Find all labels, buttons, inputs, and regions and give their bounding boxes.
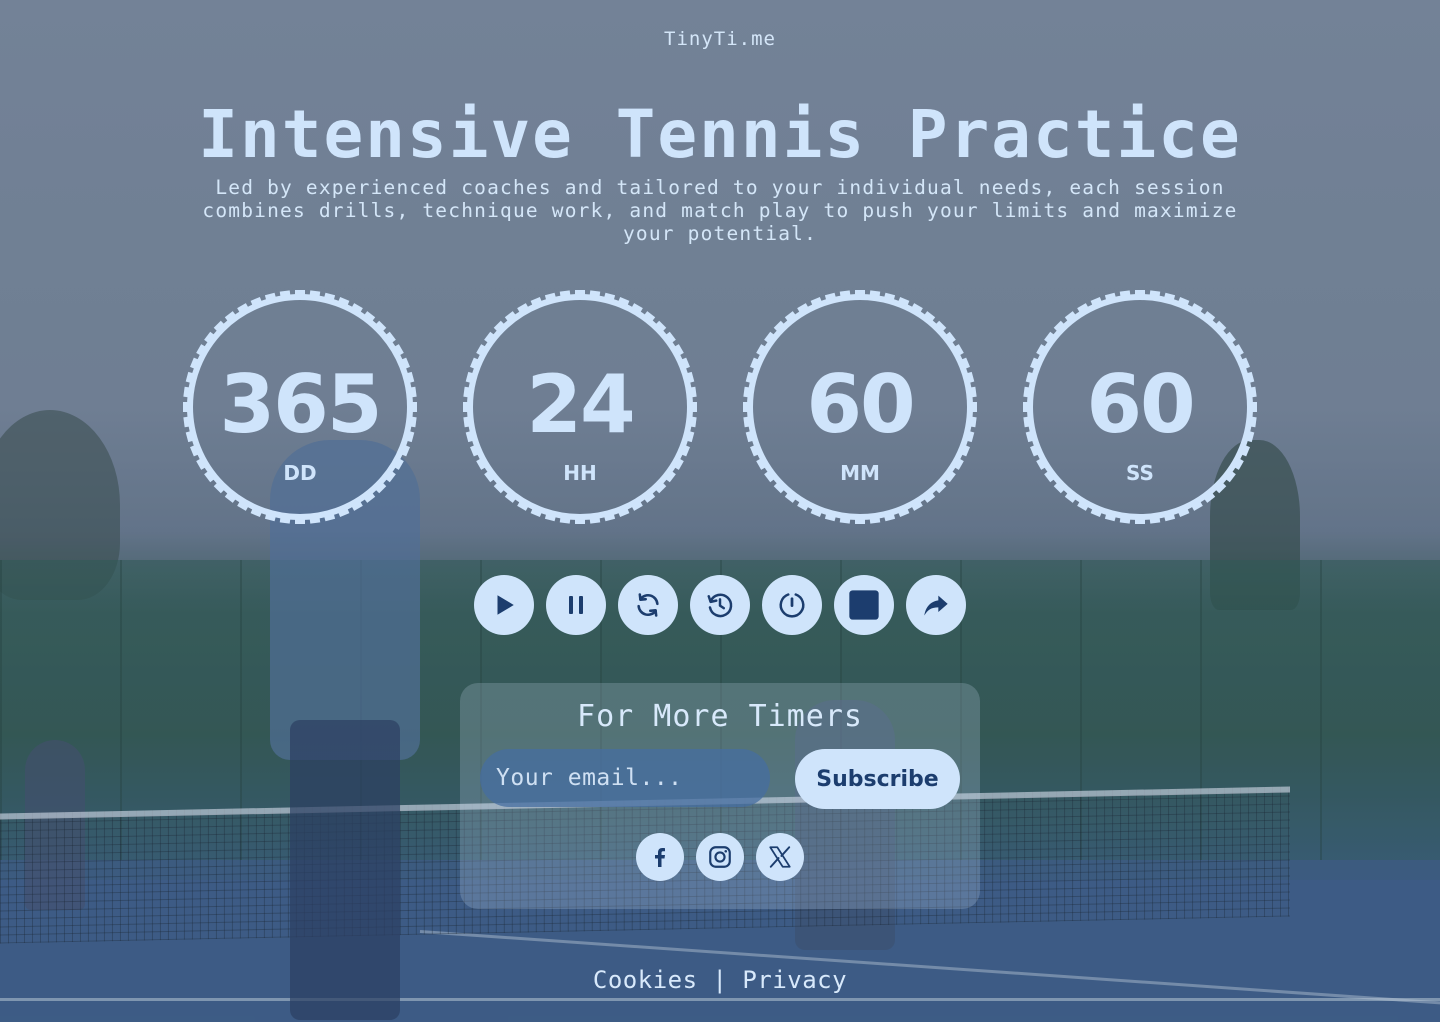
facebook-button[interactable]: [636, 833, 684, 881]
gear-tooth: [839, 514, 851, 524]
subscribe-button[interactable]: Subscribe: [795, 749, 960, 809]
gear-tooth: [279, 290, 291, 300]
gear-tooth: [1119, 290, 1131, 300]
share-button[interactable]: [906, 575, 966, 635]
timer-controls: [474, 575, 969, 635]
facebook-icon: [655, 848, 665, 867]
gear-tooth: [1149, 290, 1161, 300]
gear-tooth: [855, 516, 865, 524]
gear-tooth: [869, 514, 881, 524]
timer-minutes: 60 MM: [740, 287, 980, 527]
gear-tooth: [589, 290, 601, 300]
timer-unit-label: SS: [1126, 461, 1154, 485]
gear-tooth: [373, 320, 387, 334]
gear-tooth: [1135, 290, 1145, 298]
gear-tooth: [1053, 320, 1067, 334]
privacy-link[interactable]: Privacy: [742, 966, 847, 994]
timer-seconds: 60 SS: [1020, 287, 1260, 527]
subscribe-title: For More Timers: [577, 699, 863, 734]
gear-tooth: [559, 514, 571, 524]
gear-tooth: [653, 320, 667, 334]
timer-unit-label: DD: [283, 461, 317, 485]
gear-tooth: [575, 516, 585, 524]
gear-tooth: [589, 514, 601, 524]
timer-value: 60: [806, 358, 915, 451]
timer-reset-icon: [779, 593, 805, 618]
stop-button[interactable]: [834, 575, 894, 635]
footer-separator: |: [712, 966, 728, 994]
refresh-button[interactable]: [618, 575, 678, 635]
gear-tooth: [839, 290, 851, 300]
pause-icon: [569, 596, 583, 614]
gear-tooth: [1135, 516, 1145, 524]
timer-value: 24: [526, 358, 635, 451]
share-icon: [924, 595, 948, 616]
x-icon: [769, 846, 791, 868]
pause-button[interactable]: [546, 575, 606, 635]
gear-tooth: [559, 290, 571, 300]
timer-reset-button[interactable]: [762, 575, 822, 635]
x-button[interactable]: [756, 833, 804, 881]
gear-tooth: [295, 290, 305, 298]
history-button[interactable]: [690, 575, 750, 635]
gear-tooth: [493, 320, 507, 334]
play-button[interactable]: [474, 575, 534, 635]
gear-tooth: [309, 290, 321, 300]
instagram-icon: [709, 846, 731, 868]
gear-tooth: [295, 516, 305, 524]
gear-tooth: [869, 290, 881, 300]
timer-value: 60: [1086, 358, 1195, 451]
gear-tooth: [933, 320, 947, 334]
cookies-link[interactable]: Cookies: [593, 966, 698, 994]
stop-icon: [849, 590, 879, 620]
gear-tooth: [1213, 320, 1227, 334]
subscribe-card: For More Timers Subscribe: [460, 683, 980, 909]
gear-tooth: [855, 290, 865, 298]
gear-tooth: [309, 514, 321, 524]
timer-value: 365: [219, 358, 383, 451]
brand-logo[interactable]: TinyTi.me: [0, 28, 1440, 50]
gear-tooth: [575, 290, 585, 298]
refresh-icon: [637, 593, 659, 617]
gear-tooth: [1149, 514, 1161, 524]
email-input[interactable]: [480, 749, 770, 807]
gear-tooth: [213, 320, 227, 334]
timer-hours: 24 HH: [460, 287, 700, 527]
timer-unit-label: MM: [840, 461, 880, 485]
gear-tooth: [279, 514, 291, 524]
gear-tooth: [1119, 514, 1131, 524]
footer-links: Cookies | Privacy: [0, 966, 1440, 994]
page-title: Intensive Tennis Practice: [198, 96, 1242, 173]
timer-unit-label: HH: [563, 461, 597, 485]
instagram-button[interactable]: [696, 833, 744, 881]
play-icon: [497, 595, 514, 615]
countdown-timers: 365 DD 24 HH 60 MM 60 SS: [180, 287, 1260, 527]
page-subtitle: Led by experienced coaches and tailored …: [202, 176, 1238, 245]
gear-tooth: [773, 320, 787, 334]
history-icon: [707, 593, 733, 618]
timer-days: 365 DD: [180, 287, 420, 527]
